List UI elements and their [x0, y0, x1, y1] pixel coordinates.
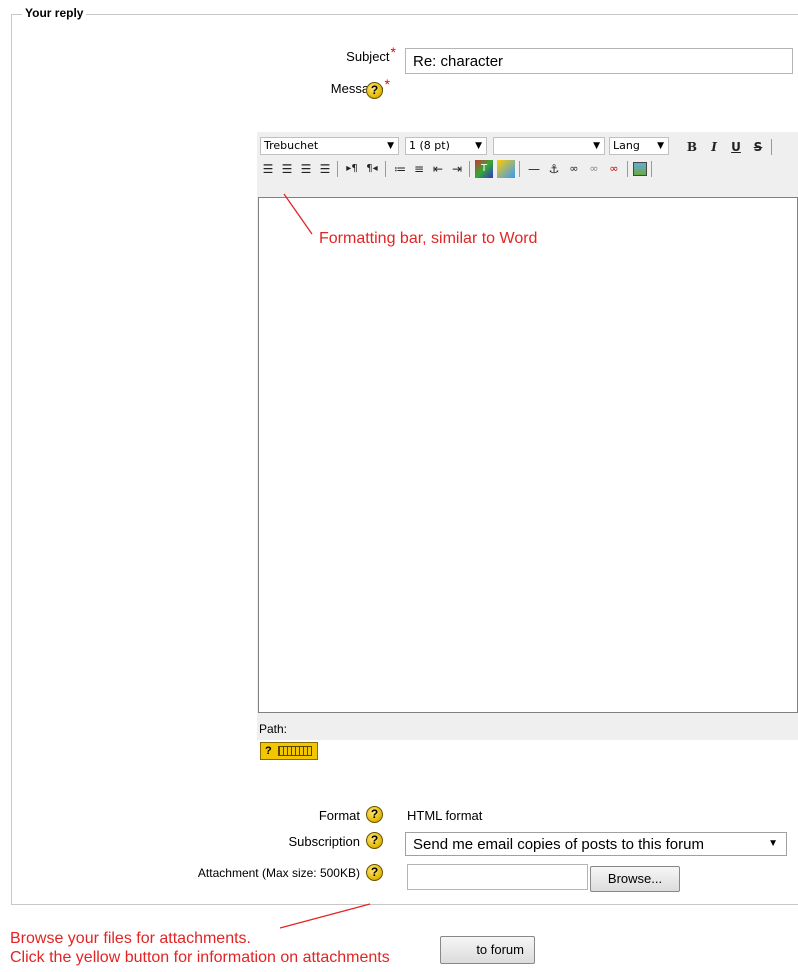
underline-button[interactable]: U: [727, 138, 745, 156]
subject-label-row: Subject*: [300, 44, 396, 64]
dropdown-arrow-icon: ▼: [593, 141, 600, 151]
editor-path-label: Path:: [259, 722, 288, 736]
ordered-list-icon[interactable]: ≔: [391, 160, 409, 178]
font-family-select[interactable]: Trebuchet ▼: [260, 137, 399, 155]
annotation-pointer-line: [279, 903, 371, 929]
font-size-select[interactable]: 1 (8 pt) ▼: [405, 137, 487, 155]
format-value: HTML format: [407, 808, 483, 823]
required-mark: *: [390, 44, 396, 60]
background-color-icon[interactable]: [497, 160, 515, 178]
help-mark: ?: [265, 745, 272, 757]
lang-select[interactable]: Lang ▼: [609, 137, 669, 155]
bold-button[interactable]: B: [683, 138, 701, 156]
toolbar-separator: [337, 161, 338, 177]
font-size-value: 1 (8 pt): [409, 139, 450, 152]
fieldset-legend: Your reply: [22, 6, 87, 20]
dropdown-arrow-icon: ▼: [768, 838, 778, 849]
subject-label: Subject: [346, 49, 390, 64]
subscription-help-icon[interactable]: ?: [366, 832, 383, 849]
insert-link-icon[interactable]: ∞: [565, 160, 583, 178]
message-help-icon[interactable]: ?: [366, 82, 383, 99]
format-help-icon[interactable]: ?: [366, 806, 383, 823]
annotation-pointer-line: [283, 193, 313, 235]
toolbar-separator: [469, 161, 470, 177]
align-left-icon[interactable]: ☰: [259, 160, 277, 178]
required-mark: *: [384, 76, 390, 92]
attachment-file-input[interactable]: [407, 864, 588, 890]
toolbar-row-2: ☰ ☰ ☰ ☰ ▸¶ ¶◂ ≔ ≡ ⇤ ⇥ T — ⚓ ∞ ∞ ∞: [259, 157, 798, 179]
toolbar-separator: [385, 161, 386, 177]
insert-image-icon[interactable]: [633, 162, 647, 176]
format-label: Format: [318, 808, 360, 823]
strikethrough-button[interactable]: S: [749, 138, 767, 156]
message-textarea[interactable]: [258, 197, 798, 713]
italic-button[interactable]: I: [705, 138, 723, 156]
toolbar-separator: [519, 161, 520, 177]
align-right-icon[interactable]: ☰: [297, 160, 315, 178]
toolbar-separator: [771, 139, 772, 155]
annotation-browse-line2: Click the yellow button for information …: [10, 949, 390, 966]
attachment-label: Attachment (Max size: 500KB): [197, 866, 360, 880]
browse-button[interactable]: Browse...: [590, 866, 680, 892]
dropdown-arrow-icon: ▼: [657, 141, 664, 151]
nolink-icon[interactable]: ∞: [605, 160, 623, 178]
annotation-browse: Browse your files for attachments. Click…: [10, 929, 390, 967]
text-color-icon[interactable]: T: [475, 160, 493, 178]
subscription-label: Subscription: [288, 834, 360, 849]
keyboard-help-button[interactable]: ?: [260, 742, 318, 760]
attachment-help-icon[interactable]: ?: [366, 864, 383, 881]
unlink-icon[interactable]: ∞: [585, 160, 603, 178]
outdent-icon[interactable]: ⇤: [429, 160, 447, 178]
justify-icon[interactable]: ☰: [316, 160, 334, 178]
annotation-formatting-bar: Formatting bar, similar to Word: [319, 230, 538, 247]
ltr-icon[interactable]: ▸¶: [343, 160, 361, 178]
subject-input[interactable]: Re: character: [405, 48, 793, 74]
post-to-forum-button[interactable]: to forum: [440, 936, 535, 964]
toolbar-separator: [651, 161, 652, 177]
style-select[interactable]: ▼: [493, 137, 605, 155]
annotation-browse-line1: Browse your files for attachments.: [10, 930, 251, 947]
html-editor: Trebuchet ▼ 1 (8 pt) ▼ ▼ Lang ▼ B I U S ☰ ☰…: [257, 132, 798, 740]
lang-value: Lang: [613, 139, 640, 152]
toolbar-row-1: Trebuchet ▼ 1 (8 pt) ▼ ▼ Lang ▼ B I U S: [259, 135, 798, 157]
toolbar-separator: [627, 161, 628, 177]
align-center-icon[interactable]: ☰: [278, 160, 296, 178]
keyboard-icon: [278, 746, 312, 756]
subject-input-value: Re: character: [413, 53, 504, 70]
rtl-icon[interactable]: ¶◂: [363, 160, 381, 178]
subscription-value: Send me email copies of posts to this fo…: [413, 836, 704, 853]
font-family-value: Trebuchet: [264, 139, 319, 152]
subscription-select[interactable]: Send me email copies of posts to this fo…: [405, 832, 787, 856]
anchor-icon[interactable]: ⚓: [545, 160, 563, 178]
indent-icon[interactable]: ⇥: [448, 160, 466, 178]
dropdown-arrow-icon: ▼: [387, 141, 394, 151]
dropdown-arrow-icon: ▼: [475, 141, 482, 151]
horizontal-rule-icon[interactable]: —: [525, 160, 543, 178]
unordered-list-icon[interactable]: ≡: [410, 160, 428, 178]
